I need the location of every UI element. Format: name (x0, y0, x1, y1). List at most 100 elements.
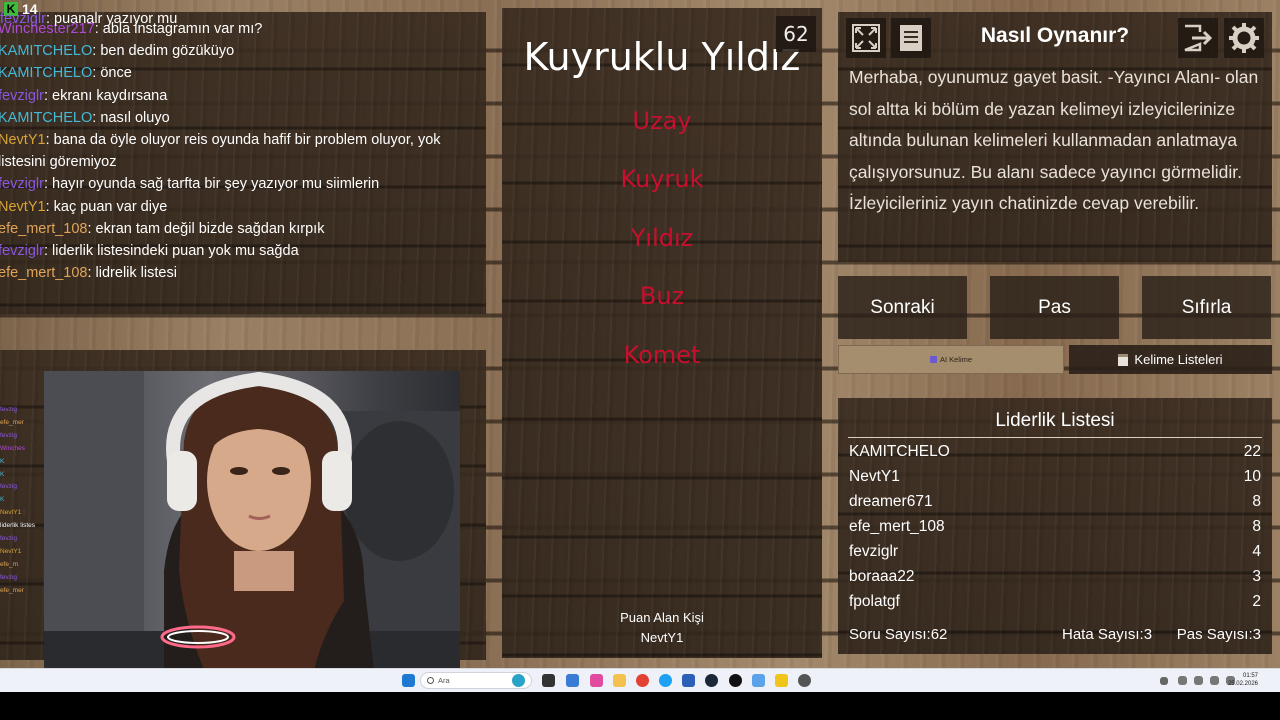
chat-message: KAMITCHELO: nasıl oluyo (0, 109, 170, 126)
chat-user[interactable]: NevtY1 (0, 132, 46, 148)
chat-user[interactable]: fevziglr (0, 88, 44, 104)
mini-chat-line: K (0, 496, 5, 504)
steam-icon[interactable] (705, 674, 718, 687)
reset-button[interactable]: Sıfırla (1142, 276, 1271, 339)
how-to-play-panel: Nasıl Oynanır? Merhaba, oyunumuz gayet b… (838, 12, 1272, 262)
chat-text: puanalr yazıyor mu (54, 11, 178, 27)
scorer-label: Puan Alan Kişi (620, 610, 704, 625)
player-score: 8 (1252, 518, 1261, 535)
leaderboard-row: efe_mert_108 8 (849, 518, 1261, 536)
game-background: Winchester217: abla instagramın var mı? K… (0, 0, 1280, 668)
player-name: KAMITCHELO (849, 443, 950, 460)
player-name: efe_mert_108 (849, 518, 945, 535)
file-explorer-icon[interactable] (613, 674, 626, 687)
rules-title: Nasıl Oynanır? (980, 24, 1130, 47)
chat-message: efe_mert_108: ekran tam değil bizde sağd… (0, 220, 325, 237)
chat-text: hayır oyunda sağ tarfta bir şey yazıyor … (52, 176, 380, 193)
weather-icon[interactable] (512, 674, 525, 687)
question-count-value: 62 (930, 626, 948, 643)
mini-chat-line: K (0, 470, 5, 478)
mini-chat-line: Winches (0, 444, 25, 452)
player-score: 3 (1252, 568, 1261, 585)
app-icon[interactable] (775, 674, 788, 687)
chrome-icon[interactable] (636, 674, 649, 687)
notes-button[interactable] (891, 18, 931, 58)
divider (848, 437, 1262, 438)
player-name: dreamer671 (849, 493, 933, 510)
mic-icon[interactable] (1194, 676, 1203, 685)
widgets-icon[interactable] (566, 674, 579, 687)
mini-chat-line: fevzig (0, 573, 17, 581)
streamer-webcam-image (44, 371, 460, 668)
chat-message: KAMITCHELO: önce (0, 65, 132, 82)
exit-icon (1184, 24, 1213, 52)
forbidden-word: Yıldız (630, 224, 694, 252)
chat-user[interactable]: KAMITCHELO (0, 110, 92, 126)
ai-word-label: AI Kelime (939, 355, 973, 364)
clock-date: 25.02.2026 (1227, 681, 1258, 687)
fullscreen-button[interactable] (846, 18, 886, 58)
chat-user[interactable]: KAMITCHELO (0, 65, 92, 81)
exit-button[interactable] (1178, 18, 1218, 58)
player-score: 2 (1252, 593, 1261, 610)
mini-chat-line: K (0, 457, 5, 465)
mini-chat-line: fevzig (0, 535, 17, 543)
chat-text: önce (100, 65, 132, 82)
settings-button[interactable] (1224, 18, 1264, 58)
task-view-icon[interactable] (542, 674, 555, 687)
player-score: 22 (1243, 443, 1261, 460)
chat-text: bana da öyle oluyor reis oyunda hafif bi… (0, 132, 441, 171)
clock-time: 01:57 (1242, 673, 1258, 679)
pass-button[interactable]: Pas (990, 276, 1119, 339)
leaderboard-title: Liderlik Listesi (995, 410, 1115, 431)
forbidden-word: Komet (623, 341, 701, 369)
leaderboard-row: NevtY1 10 (849, 468, 1261, 486)
chat-message: fevziglr: liderlik listesindeki puan yok… (0, 243, 299, 260)
obs-icon[interactable] (729, 674, 742, 687)
mini-chat-line: efe_m (0, 560, 19, 568)
chat-user[interactable]: efe_mert_108 (0, 265, 87, 281)
chat-user[interactable]: KAMITCHELO (0, 43, 92, 59)
error-count: Hata Sayısı:3 (1062, 626, 1152, 643)
copilot-icon[interactable] (590, 674, 603, 687)
leaderboard-row: dreamer671 8 (849, 493, 1261, 511)
start-icon[interactable] (402, 674, 415, 687)
app-icon[interactable] (752, 674, 765, 687)
next-button[interactable]: Sonraki (838, 276, 967, 339)
chat-user[interactable]: NevtY1 (0, 199, 46, 215)
chat-user: fevziglr (0, 11, 46, 27)
player-score: 10 (1243, 468, 1261, 485)
chevron-up-icon[interactable] (1160, 677, 1168, 685)
app-icon[interactable] (798, 674, 811, 687)
cloud-icon[interactable] (1178, 676, 1187, 685)
fullscreen-icon (852, 24, 880, 52)
mini-chat-line: efe_mer (0, 586, 24, 594)
speaker-icon[interactable] (1210, 676, 1219, 685)
forbidden-word: Buz (639, 282, 685, 310)
word-lists-label: Kelime Listeleri (1134, 352, 1223, 367)
chat-message: fevziglr: hayır oyunda sağ tarfta bir şe… (0, 176, 380, 193)
gear-icon (1229, 23, 1259, 53)
pass-count-value: 3 (1252, 626, 1261, 643)
question-count: Soru Sayısı:62 (849, 626, 947, 643)
chat-message: KAMITCHELO: ben dedim gözüküyo (0, 43, 235, 60)
word-lists-button[interactable]: Kelime Listeleri (1069, 345, 1272, 374)
chat-text: ekranı kaydırsana (52, 87, 168, 104)
chat-user[interactable]: fevziglr (0, 176, 44, 192)
leaderboard-row: fpolatgf 2 (849, 593, 1261, 611)
chat-message: NevtY1: bana da öyle oluyor reis oyunda … (0, 132, 441, 171)
forbidden-word: Uzay (632, 107, 692, 135)
clock[interactable]: 01:57 25.02.2026 (1228, 672, 1258, 688)
ai-word-button[interactable]: AI Kelime (838, 345, 1064, 374)
mini-chat-line: fevzig (0, 483, 17, 491)
scorer-name: NevtY1 (640, 630, 684, 645)
store-icon[interactable] (682, 674, 695, 687)
edge-icon[interactable] (659, 674, 672, 687)
chat-text: lidrelik listesi (95, 265, 177, 282)
chat-user[interactable]: fevziglr (0, 243, 44, 259)
player-score: 4 (1252, 543, 1261, 560)
leaderboard-row: fevziglr 4 (849, 543, 1261, 561)
chat-user[interactable]: efe_mert_108 (0, 221, 87, 237)
error-count-value: 3 (1143, 626, 1153, 643)
robot-icon (929, 356, 937, 363)
